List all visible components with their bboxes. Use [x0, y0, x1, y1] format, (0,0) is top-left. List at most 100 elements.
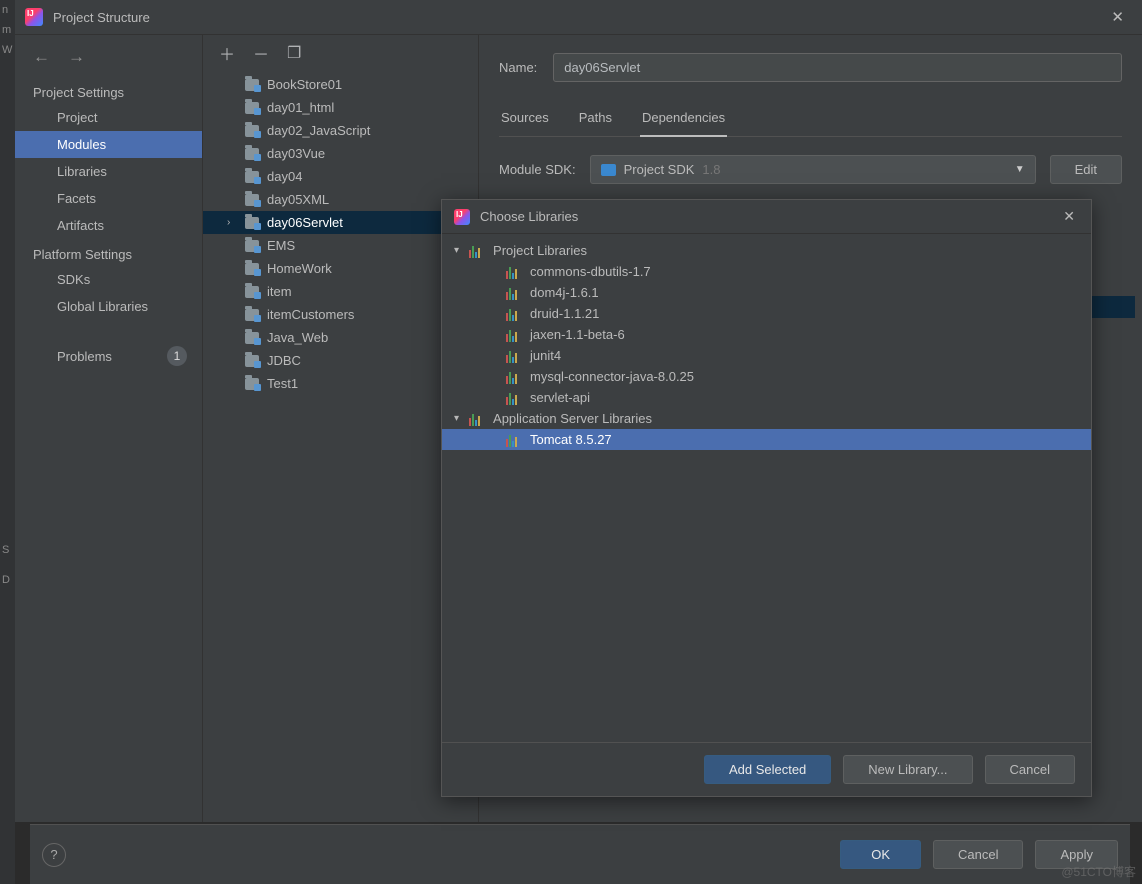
module-label: Test1	[267, 376, 298, 391]
module-folder-icon	[245, 102, 259, 114]
cancel-button[interactable]: Cancel	[933, 840, 1023, 869]
tab-sources[interactable]: Sources	[499, 104, 551, 136]
group-label: Project Libraries	[493, 243, 587, 258]
module-folder-icon	[245, 217, 259, 229]
module-item[interactable]: day05XML	[203, 188, 478, 211]
library-icon	[469, 412, 485, 426]
library-label: dom4j-1.6.1	[530, 285, 599, 300]
editor-gutter: nmW SD	[0, 0, 15, 884]
module-item[interactable]: HomeWork	[203, 257, 478, 280]
library-label: mysql-connector-java-8.0.25	[530, 369, 694, 384]
module-item[interactable]: Java_Web	[203, 326, 478, 349]
remove-module-icon[interactable]: －	[253, 41, 269, 65]
dialog-close-icon[interactable]: ✕	[1059, 204, 1079, 229]
module-item[interactable]: day04	[203, 165, 478, 188]
dialog-app-icon	[454, 209, 470, 225]
titlebar: Project Structure ✕	[15, 0, 1142, 35]
library-item[interactable]: dom4j-1.6.1	[442, 282, 1091, 303]
module-folder-icon	[245, 263, 259, 275]
sidebar-item-global-libraries[interactable]: Global Libraries	[15, 293, 202, 320]
sidebar-item-project[interactable]: Project	[15, 104, 202, 131]
module-item[interactable]: day02_JavaScript	[203, 119, 478, 142]
problems-count-badge: 1	[167, 346, 187, 366]
dialog-button-bar: ? OK Cancel Apply	[30, 824, 1130, 884]
dialog-titlebar: Choose Libraries ✕	[442, 200, 1091, 234]
window-title: Project Structure	[53, 10, 1103, 25]
library-label: junit4	[530, 348, 561, 363]
module-label: day06Servlet	[267, 215, 343, 230]
dialog-title: Choose Libraries	[480, 209, 578, 224]
tab-paths[interactable]: Paths	[577, 104, 614, 136]
module-item[interactable]: itemCustomers	[203, 303, 478, 326]
library-label: druid-1.1.21	[530, 306, 599, 321]
module-item[interactable]: JDBC	[203, 349, 478, 372]
library-label: Tomcat 8.5.27	[530, 432, 612, 447]
library-label: servlet-api	[530, 390, 590, 405]
library-item[interactable]: jaxen-1.1-beta-6	[442, 324, 1091, 345]
module-item[interactable]: EMS	[203, 234, 478, 257]
copy-module-icon[interactable]: ❐	[287, 43, 301, 63]
sidebar-group-project-settings: Project Settings	[15, 77, 202, 104]
library-item[interactable]: druid-1.1.21	[442, 303, 1091, 324]
module-list-panel: ＋ － ❐ BookStore01 day01_html day02_JavaScr…	[203, 35, 479, 822]
sidebar-item-modules[interactable]: Modules	[15, 131, 202, 158]
library-label: commons-dbutils-1.7	[530, 264, 651, 279]
sidebar: ← → Project Settings Project Modules Lib…	[15, 35, 203, 822]
sidebar-item-facets[interactable]: Facets	[15, 185, 202, 212]
module-label: EMS	[267, 238, 295, 253]
module-label: JDBC	[267, 353, 301, 368]
add-module-icon[interactable]: ＋	[219, 41, 235, 65]
sdk-version: 1.8	[702, 162, 720, 177]
module-name-input[interactable]	[553, 53, 1122, 82]
sidebar-item-problems[interactable]: Problems 1	[15, 340, 202, 372]
ok-button[interactable]: OK	[840, 840, 921, 869]
help-icon[interactable]: ?	[42, 843, 66, 867]
new-library-button[interactable]: New Library...	[843, 755, 972, 784]
sdk-value: Project SDK	[624, 162, 695, 177]
sidebar-item-sdks[interactable]: SDKs	[15, 266, 202, 293]
module-folder-icon	[245, 286, 259, 298]
dialog-cancel-button[interactable]: Cancel	[985, 755, 1075, 784]
module-item[interactable]: item	[203, 280, 478, 303]
module-folder-icon	[245, 194, 259, 206]
edit-sdk-button[interactable]: Edit	[1050, 155, 1122, 184]
library-item[interactable]: servlet-api	[442, 387, 1091, 408]
library-group[interactable]: ▾ Project Libraries	[442, 240, 1091, 261]
library-group[interactable]: ▾Application Server Libraries	[442, 408, 1091, 429]
module-label: itemCustomers	[267, 307, 354, 322]
module-item[interactable]: day01_html	[203, 96, 478, 119]
tab-dependencies[interactable]: Dependencies	[640, 104, 727, 137]
library-tree[interactable]: ▾ Project Libraries commons-dbutils-1.7 dom…	[442, 234, 1091, 742]
module-item[interactable]: day03Vue	[203, 142, 478, 165]
nav-back-icon[interactable]: ←	[33, 47, 50, 67]
sidebar-item-artifacts[interactable]: Artifacts	[15, 212, 202, 239]
problems-label: Problems	[57, 349, 112, 364]
sidebar-group-platform-settings: Platform Settings	[15, 239, 202, 266]
module-label: item	[267, 284, 292, 299]
library-item[interactable]: mysql-connector-java-8.0.25	[442, 366, 1091, 387]
library-item[interactable]: junit4	[442, 345, 1091, 366]
module-folder-icon	[245, 240, 259, 252]
nav-forward-icon[interactable]: →	[68, 47, 85, 67]
app-icon	[25, 8, 43, 26]
module-label: BookStore01	[267, 77, 342, 92]
module-item[interactable]: Test1	[203, 372, 478, 395]
watermark: @51CTO博客	[1061, 863, 1136, 880]
chevron-down-icon: ▾	[454, 245, 459, 256]
module-item[interactable]: BookStore01	[203, 73, 478, 96]
module-sdk-dropdown[interactable]: Project SDK 1.8 ▼	[590, 155, 1036, 184]
module-folder-icon	[245, 79, 259, 91]
library-item[interactable]: commons-dbutils-1.7	[442, 261, 1091, 282]
module-label: day05XML	[267, 192, 329, 207]
module-folder-icon	[245, 125, 259, 137]
library-icon	[506, 307, 522, 321]
library-item[interactable]: Tomcat 8.5.27	[442, 429, 1091, 450]
module-label: Java_Web	[267, 330, 328, 345]
module-label: day01_html	[267, 100, 334, 115]
close-icon[interactable]: ✕	[1103, 4, 1132, 30]
detail-tabs: Sources Paths Dependencies	[499, 104, 1122, 137]
add-selected-button[interactable]: Add Selected	[704, 755, 831, 784]
module-item[interactable]: ›day06Servlet	[203, 211, 478, 234]
sidebar-item-libraries[interactable]: Libraries	[15, 158, 202, 185]
library-label: jaxen-1.1-beta-6	[530, 327, 625, 342]
